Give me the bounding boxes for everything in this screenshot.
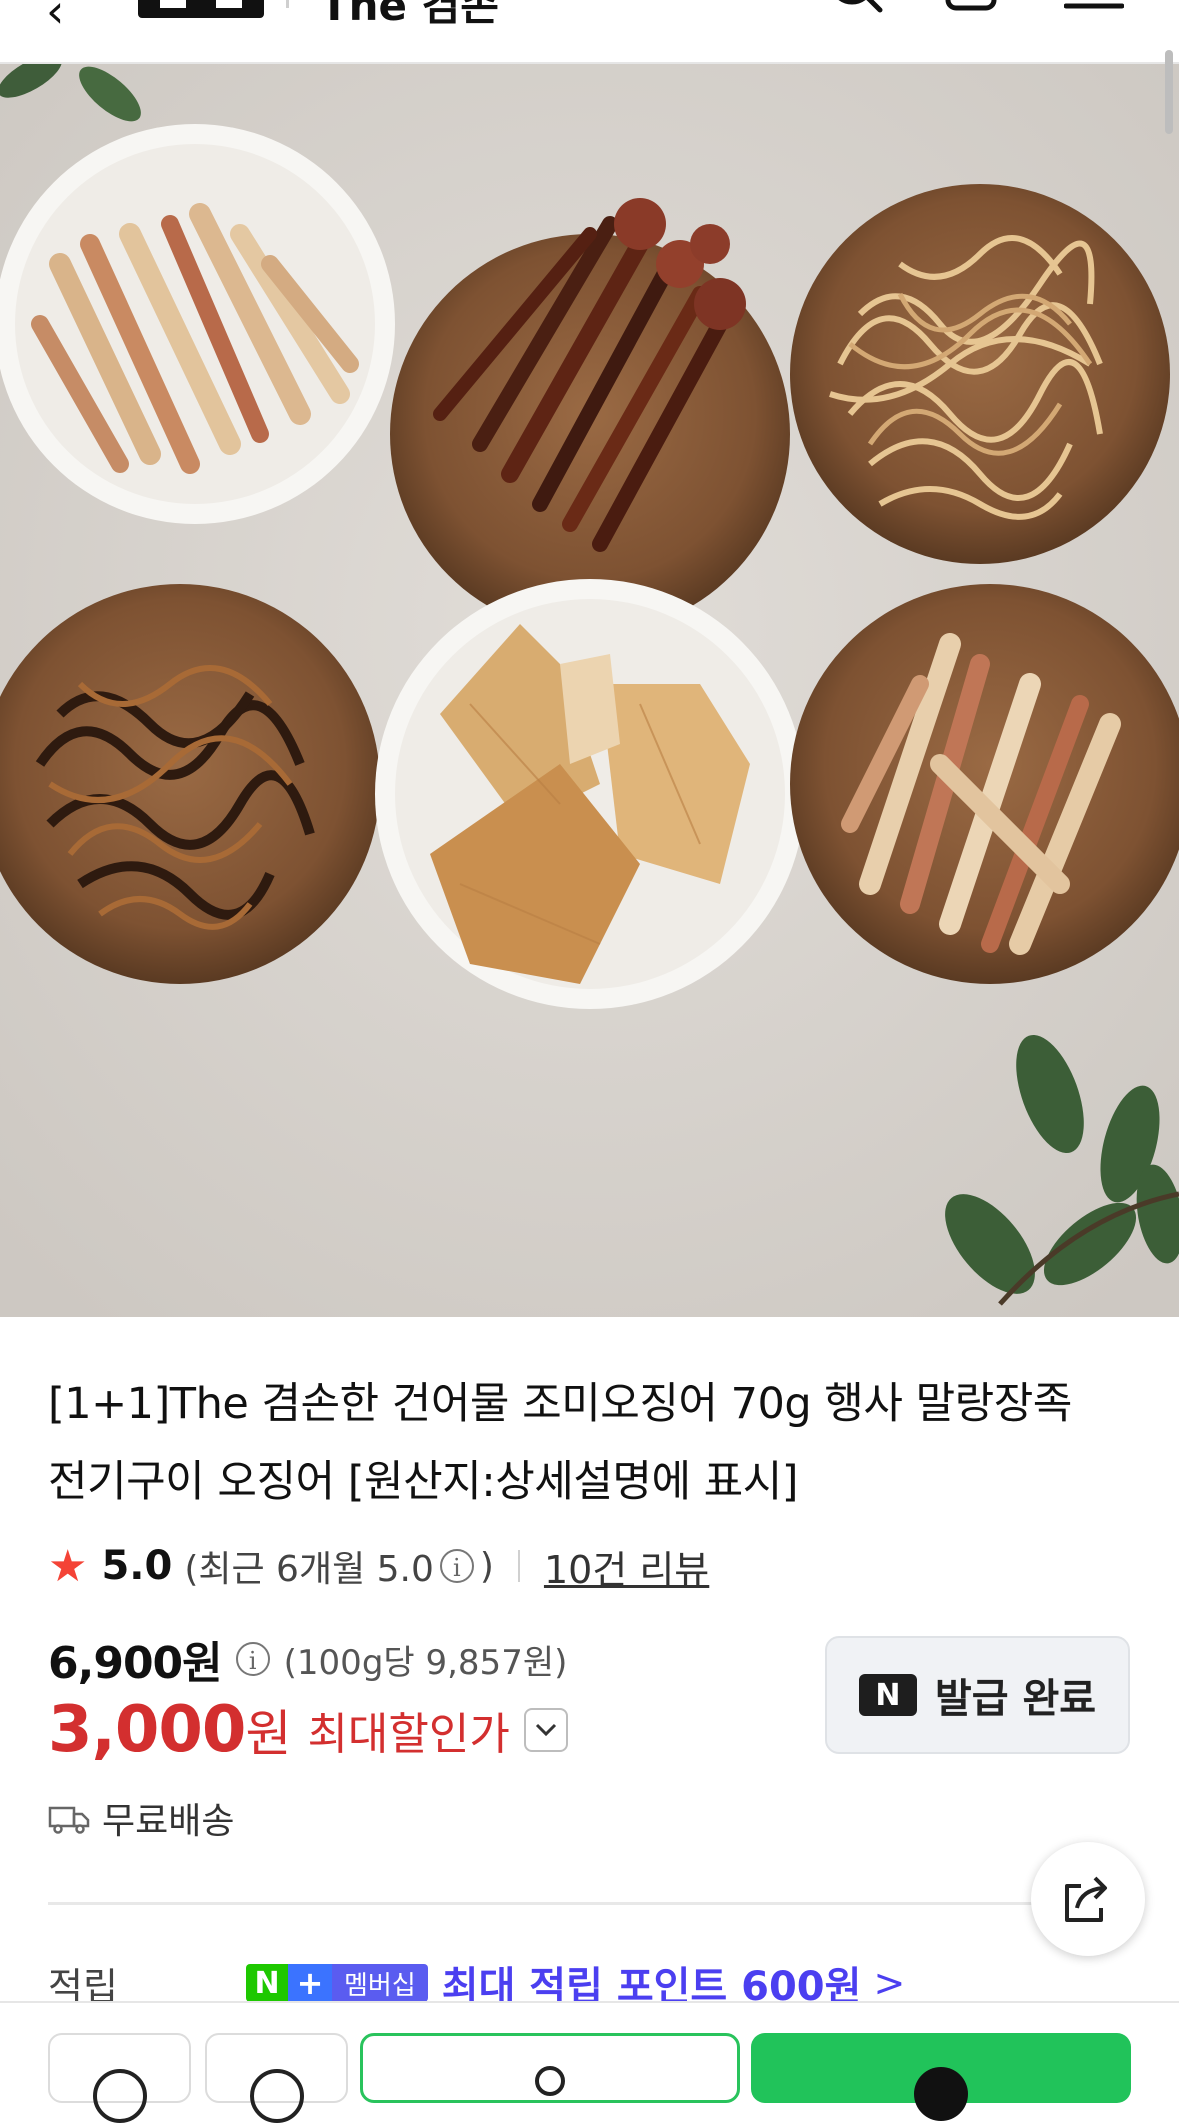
- truck-icon: [48, 1806, 90, 1834]
- reviews-link[interactable]: 10건 리뷰: [544, 1539, 709, 1594]
- membership-text: 멤버십: [332, 1964, 428, 2002]
- shipping-row: 무료배송: [48, 1790, 234, 1846]
- coupon-issued-label: 발급 완료: [934, 1676, 1097, 1722]
- menu-icon[interactable]: [1064, 0, 1124, 12]
- naver-n-badge-icon: N: [858, 1674, 917, 1716]
- rating-score: 5.0: [101, 1543, 173, 1589]
- original-price-row: 6,900원 i (100g당 9,857원): [48, 1632, 568, 1689]
- sale-price-row: 3,000 원 최대할인가: [48, 1690, 568, 1770]
- buy-button[interactable]: [751, 2033, 1131, 2121]
- back-arrow-icon[interactable]: ‹: [46, 0, 64, 38]
- share-icon: [1065, 1876, 1107, 1922]
- max-discount-label: 최대할인가: [307, 1709, 510, 1760]
- star-icon: ★: [48, 1540, 88, 1592]
- search-icon[interactable]: [826, 0, 886, 18]
- original-price: 6,900원: [48, 1638, 223, 1689]
- recent-rating-close: ): [479, 1545, 494, 1587]
- membership-n: N: [246, 1964, 288, 2002]
- buy-icon: [914, 2067, 968, 2121]
- add-to-cart-button[interactable]: [360, 2033, 740, 2103]
- price-info-icon[interactable]: i: [235, 1642, 270, 1676]
- top-app-bar: ‹ The 겸손: [0, 0, 1179, 64]
- chevron-down-icon[interactable]: [523, 1708, 568, 1752]
- info-icon[interactable]: i: [439, 1549, 474, 1583]
- talk-icon: [249, 2069, 304, 2123]
- membership-plus: +: [288, 1964, 332, 2002]
- free-shipping-label: 무료배송: [102, 1801, 235, 1842]
- product-image[interactable]: [0, 64, 1179, 1317]
- store-title[interactable]: The 겸손: [320, 0, 499, 33]
- product-title-line1: [1+1]The 겸손한 건어물 조미오징어 70g 행사 말랑장족: [48, 1379, 1072, 1429]
- sale-price-currency: 원: [245, 1705, 292, 1763]
- rating-row: ★ 5.0 (최근 6개월 5.0 i ) 10건 리뷰: [48, 1540, 709, 1592]
- cart-bag-icon: [535, 2066, 565, 2096]
- talk-button[interactable]: [205, 2033, 348, 2123]
- unit-price: (100g당 9,857원): [283, 1642, 568, 1683]
- naver-plus-logo[interactable]: [138, 0, 264, 18]
- membership-badge: N + 멤버십: [246, 1964, 428, 2002]
- like-button[interactable]: [48, 2033, 191, 2123]
- coupon-issued-button[interactable]: N 발급 완료: [825, 1636, 1130, 1754]
- product-title: [1+1]The 겸손한 건어물 조미오징어 70g 행사 말랑장족 전기구이 …: [48, 1365, 1138, 1521]
- rating-divider: [517, 1550, 520, 1582]
- heart-icon: [92, 2069, 147, 2123]
- sale-price-amount: 3,000: [48, 1693, 246, 1767]
- cart-icon[interactable]: [944, 0, 1000, 16]
- chevron-right-icon[interactable]: >: [873, 1961, 905, 2005]
- recent-rating-text: (최근 6개월 5.0: [184, 1549, 434, 1590]
- product-title-line2: 전기구이 오징어 [원산지:상세설명에 표시]: [48, 1457, 799, 1507]
- scrollbar[interactable]: [1165, 50, 1173, 134]
- header-separator: [286, 0, 289, 8]
- bottom-action-bar: [0, 2001, 1179, 2123]
- share-button[interactable]: [1031, 1842, 1145, 1956]
- section-divider: [48, 1902, 1131, 1905]
